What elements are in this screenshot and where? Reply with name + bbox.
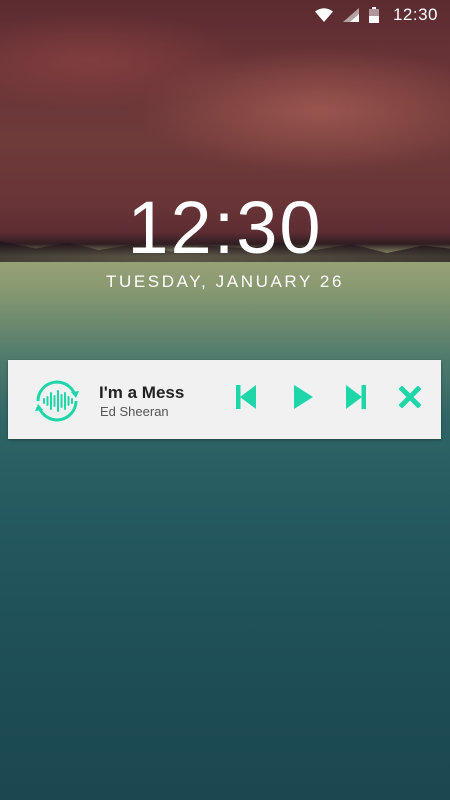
next-icon [346, 384, 366, 414]
status-bar: 12:30 [0, 0, 450, 30]
lockscreen-clock: 12:30 [127, 186, 323, 269]
previous-button[interactable] [233, 384, 259, 414]
music-notification[interactable]: I'm a Mess Ed Sheeran [8, 360, 441, 439]
close-icon [398, 384, 422, 413]
track-artist: Ed Sheeran [100, 404, 169, 419]
next-button[interactable] [343, 384, 369, 414]
music-waveform-icon [28, 372, 86, 430]
play-icon [293, 384, 313, 414]
previous-icon [236, 384, 256, 414]
battery-icon [368, 7, 379, 23]
wifi-icon [314, 8, 333, 22]
lockscreen-date: TUESDAY, JANUARY 26 [105, 272, 345, 291]
play-button[interactable] [290, 384, 316, 414]
status-time: 12:30 [392, 5, 438, 24]
track-title: I'm a Mess [99, 383, 185, 402]
close-button[interactable] [397, 384, 423, 413]
signal-icon [342, 8, 359, 22]
